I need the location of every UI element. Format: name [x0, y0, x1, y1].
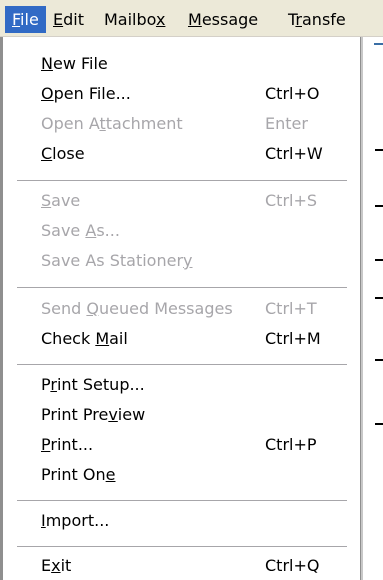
menu-item-label: Open File... — [41, 84, 131, 103]
menu-item-shortcut: Ctrl+P — [265, 435, 317, 454]
menu-separator — [17, 364, 347, 365]
menu-item-label: Open Attachment — [41, 114, 183, 133]
file-menu-dropdown: New File Open File... Ctrl+O Open Attach… — [0, 37, 361, 580]
menu-item-save[interactable]: Save Ctrl+S — [41, 187, 352, 215]
menu-item-label: New File — [41, 54, 108, 73]
menu-item-import[interactable]: Import... — [41, 507, 352, 535]
menu-item-label: Close — [41, 144, 85, 163]
menu-item-label: Import... — [41, 511, 110, 530]
menu-item-label: Check Mail — [41, 329, 128, 348]
menu-separator — [17, 287, 347, 288]
menu-item-shortcut: Ctrl+S — [265, 191, 318, 210]
menu-item-label: Print Preview — [41, 405, 146, 424]
menu-item-save-as-stationery[interactable]: Save As Stationery — [41, 247, 352, 275]
background-divider — [375, 205, 383, 207]
menu-file[interactable]: File — [5, 6, 46, 33]
menu-item-open-file[interactable]: Open File... Ctrl+O — [41, 80, 352, 108]
menu-item-exit[interactable]: Exit Ctrl+Q — [41, 552, 352, 580]
menu-item-shortcut: Ctrl+W — [265, 144, 323, 163]
menu-item-close[interactable]: Close Ctrl+W — [41, 140, 352, 168]
menu-message[interactable]: Message — [181, 6, 265, 33]
background-divider — [375, 149, 383, 151]
menu-item-send-queued-messages[interactable]: Send Queued Messages Ctrl+T — [41, 295, 352, 323]
menu-item-label: Print One — [41, 465, 116, 484]
menu-item-shortcut: Ctrl+T — [265, 299, 317, 318]
background-divider — [375, 297, 383, 299]
menu-mailbox[interactable]: Mailbox — [97, 6, 172, 33]
menu-edit[interactable]: Edit — [46, 6, 91, 33]
menu-item-print-setup[interactable]: Print Setup... — [41, 371, 352, 399]
background-divider — [374, 43, 383, 45]
menu-separator — [17, 180, 347, 181]
menu-item-save-as[interactable]: Save As... — [41, 217, 352, 245]
background-window — [362, 37, 383, 580]
background-divider — [375, 423, 383, 425]
menu-item-shortcut: Ctrl+M — [265, 329, 321, 348]
menu-item-new-file[interactable]: New File — [41, 50, 352, 78]
menu-transfer[interactable]: Transfe — [281, 6, 353, 33]
menu-item-print[interactable]: Print... Ctrl+P — [41, 431, 352, 459]
background-divider — [375, 359, 383, 361]
background-divider — [375, 259, 383, 261]
menu-item-label: Print Setup... — [41, 375, 145, 394]
menu-item-print-one[interactable]: Print One — [41, 461, 352, 489]
menu-item-check-mail[interactable]: Check Mail Ctrl+M — [41, 325, 352, 353]
menu-bar: File Edit Mailbox Message Transfe — [0, 0, 383, 37]
menu-separator — [17, 546, 347, 547]
menu-item-label: Save As Stationery — [41, 251, 193, 270]
menu-item-shortcut: Enter — [265, 114, 308, 133]
menu-item-open-attachment[interactable]: Open Attachment Enter — [41, 110, 352, 138]
menu-item-label: Print... — [41, 435, 94, 454]
menu-item-label: Save As... — [41, 221, 120, 240]
menu-item-shortcut: Ctrl+O — [265, 84, 320, 103]
menu-item-label: Save — [41, 191, 81, 210]
menu-item-label: Send Queued Messages — [41, 299, 233, 318]
menu-separator — [17, 500, 347, 501]
menu-item-print-preview[interactable]: Print Preview — [41, 401, 352, 429]
menu-item-shortcut: Ctrl+Q — [265, 556, 320, 575]
menu-item-label: Exit — [41, 556, 72, 575]
